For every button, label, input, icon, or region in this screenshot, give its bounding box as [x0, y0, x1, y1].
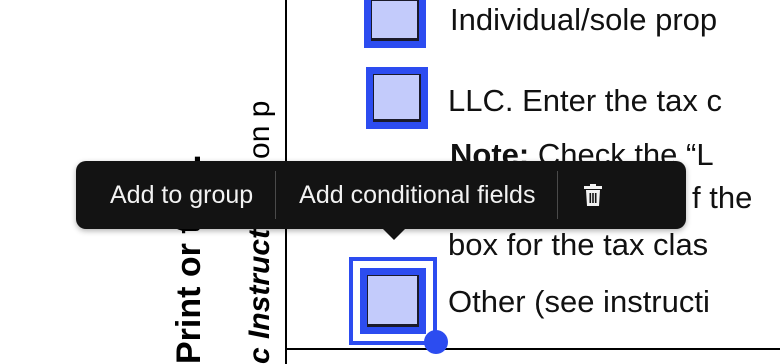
delete-button[interactable] — [558, 161, 628, 229]
add-conditional-fields-button[interactable]: Add conditional fields — [276, 161, 557, 229]
trash-icon — [584, 184, 603, 206]
side-instructions-text: c Instructions on p — [243, 100, 276, 364]
toolbar-pointer-caret — [382, 228, 406, 240]
label-individual: Individual/sole prop — [450, 2, 718, 37]
note-text-line2: f the — [692, 180, 753, 215]
field-context-toolbar: Add to group Add conditional fields — [76, 161, 686, 229]
checkbox-llc[interactable] — [366, 67, 428, 129]
checkbox-other[interactable] — [360, 268, 426, 334]
pdf-document-page: c Instructions on p Print or type. Indiv… — [0, 0, 780, 364]
checkbox-individual[interactable] — [364, 0, 426, 48]
label-llc: LLC. Enter the tax c — [448, 83, 722, 118]
add-to-group-button[interactable]: Add to group — [76, 161, 275, 229]
label-other: Other (see instructi — [448, 284, 710, 319]
resize-handle[interactable] — [424, 330, 448, 354]
form-divider-horizontal — [285, 348, 780, 350]
note-text-line3: box for the tax clas — [448, 227, 709, 262]
